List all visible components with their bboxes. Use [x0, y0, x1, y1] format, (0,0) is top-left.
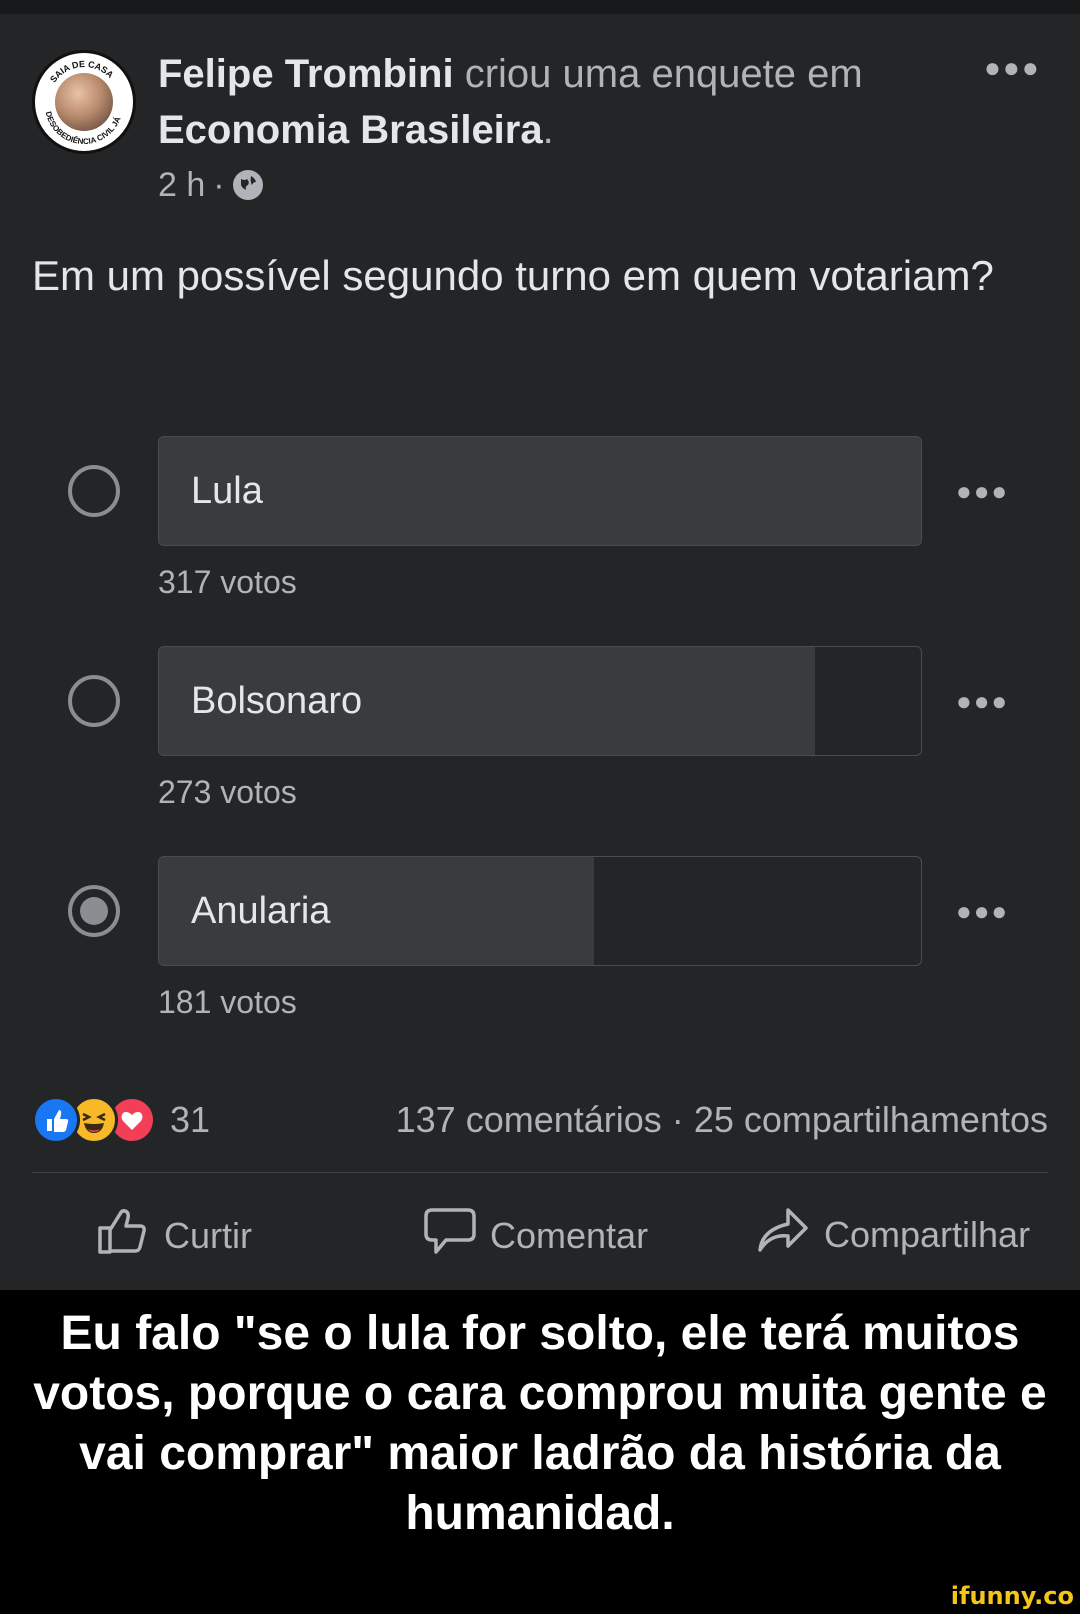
meme-caption: Eu falo "se o lula for solto, ele terá m… — [33, 1307, 1047, 1540]
poll-option: Anularia ●●● 181 votos — [0, 856, 1080, 1056]
poll-option-label: Lula — [191, 469, 263, 512]
post-stats: 137 comentários · 25 compartilhamentos — [396, 1096, 1048, 1144]
meta-dot: · — [213, 166, 225, 204]
post-meta: 2 h · — [158, 162, 263, 208]
poll-option-label: Anularia — [191, 889, 331, 932]
share-arrow-icon — [756, 1206, 810, 1263]
poll-bar-fill — [159, 437, 921, 545]
ifunny-watermark: ifunny.co — [950, 1582, 1074, 1610]
poll-vote-count[interactable]: 181 votos — [158, 984, 297, 1021]
share-button[interactable]: Compartilhar — [756, 1206, 1030, 1263]
poll-radio-anularia[interactable] — [68, 885, 120, 937]
reactions-summary[interactable]: 31 — [32, 1096, 210, 1144]
top-bar — [0, 0, 1080, 14]
footer-divider — [32, 1172, 1048, 1173]
thumbs-up-icon — [96, 1206, 150, 1265]
poll-bar-anularia[interactable]: Anularia — [158, 856, 922, 966]
poll-option-label: Bolsonaro — [191, 679, 363, 722]
author-avatar[interactable]: SAIA DE CASA DESOBEDIÊNCIA CIVIL JÁ — [32, 50, 136, 154]
stats-dot: · — [671, 1099, 684, 1140]
poll-option: Bolsonaro ●●● 273 votos — [0, 646, 1080, 846]
like-reaction-icon — [32, 1096, 80, 1144]
like-label: Curtir — [164, 1214, 252, 1256]
poll-bar-bolsonaro[interactable]: Bolsonaro — [158, 646, 922, 756]
poll-radio-bolsonaro[interactable] — [68, 675, 120, 727]
poll-vote-count[interactable]: 273 votos — [158, 774, 297, 811]
post-time[interactable]: 2 h — [158, 162, 205, 208]
option-more-icon[interactable]: ●●● — [956, 896, 1009, 927]
option-more-icon[interactable]: ●●● — [956, 476, 1009, 507]
comment-bubble-icon — [424, 1206, 476, 1265]
group-name[interactable]: Economia Brasileira — [158, 108, 543, 152]
comment-button[interactable]: Comentar — [424, 1206, 648, 1265]
globe-icon — [232, 170, 263, 200]
reaction-count: 31 — [170, 1099, 211, 1140]
poll-bar-lula[interactable]: Lula — [158, 436, 922, 546]
avatar-photo — [55, 73, 113, 131]
author-name[interactable]: Felipe Trombini — [158, 52, 454, 96]
post-card: SAIA DE CASA DESOBEDIÊNCIA CIVIL JÁ Feli… — [0, 0, 1080, 1290]
post-more-icon[interactable]: ●●● — [984, 52, 1041, 84]
poll-radio-lula[interactable] — [68, 465, 120, 517]
poll-option: Lula ●●● 317 votos — [0, 436, 1080, 636]
comments-count[interactable]: 137 comentários — [396, 1099, 662, 1140]
action-text: criou uma enquete em — [453, 52, 863, 96]
comment-label: Comentar — [490, 1214, 649, 1256]
header-period: . — [542, 108, 554, 152]
like-button[interactable]: Curtir — [96, 1206, 252, 1265]
shares-count[interactable]: 25 compartilhamentos — [694, 1099, 1048, 1140]
poll-vote-count[interactable]: 317 votos — [158, 564, 297, 601]
option-more-icon[interactable]: ●●● — [956, 686, 1009, 717]
post-header: Felipe Trombini criou uma enquete em Eco… — [158, 46, 958, 158]
poll-question: Em um possível segundo turno em quem vot… — [32, 252, 994, 299]
share-label: Compartilhar — [824, 1213, 1031, 1255]
